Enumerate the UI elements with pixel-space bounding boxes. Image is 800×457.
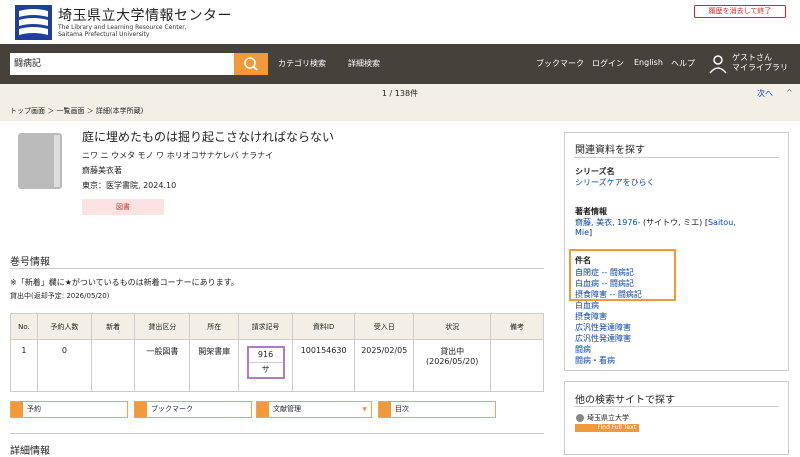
column-header: 新着 [90, 313, 136, 340]
cell-no: 1 [10, 339, 38, 392]
help-link[interactable]: ヘルプ [671, 58, 695, 69]
author-romanized-link-2[interactable]: Mie [575, 228, 589, 237]
subject-link[interactable]: 広汎性発達障害 [575, 334, 631, 344]
divider [574, 406, 779, 407]
subject-link[interactable]: 闘病 [575, 345, 591, 355]
next-link[interactable]: 次へ [757, 88, 773, 99]
result-counter: 1 / 138件 [381, 89, 419, 98]
user-icon[interactable] [708, 54, 728, 74]
table-header-row: No. 予約人数 新着 貸出区分 所在 請求記号 資料ID 受入日 状況 備考 [10, 313, 544, 340]
cell-call-number: 916 サ [238, 339, 294, 392]
university-logo-icon[interactable] [15, 5, 52, 40]
breadcrumb[interactable]: トップ画面 ＞ 一覧画面 ＞ 詳細(本学所蔵) [10, 106, 143, 116]
subject-link[interactable]: 闘病・看病 [575, 356, 615, 366]
column-header: 状況 [413, 313, 492, 340]
list-icon [379, 402, 391, 417]
author-reading: (サイトウ, ミエ) [ [640, 218, 708, 227]
column-header: 請求記号 [238, 313, 294, 340]
holdings-heading: 巻号情報 [10, 257, 50, 268]
column-header: 所在 [189, 313, 240, 340]
subject-link[interactable]: 白血病 -- 闘病記 [575, 279, 634, 289]
dropdown-caret-icon: ▼ [362, 406, 367, 413]
cell-location: 開架書庫 [189, 339, 240, 392]
book-publisher: 東京：医学書院, 2024.10 [82, 181, 177, 190]
user-menu[interactable]: ゲストさん マイライブラリ [732, 53, 788, 73]
related-heading: 関連資料を探す [575, 145, 645, 156]
library-logo-icon [576, 414, 584, 422]
site-subtitle: The Library and Learning Resource Center… [58, 24, 187, 38]
subject-link[interactable]: 白血病 [575, 301, 599, 311]
login-link[interactable]: ログイン [592, 58, 624, 69]
column-header: 貸出区分 [134, 313, 191, 340]
other-search-heading: 他の検索サイトで探す [575, 395, 675, 406]
book-reading: ニワ ニ ウメタ モノ ワ ホリオコサナケレバ ナラナイ [82, 151, 274, 160]
subject-label: 件名 [575, 256, 591, 265]
toc-button[interactable]: 目次 [378, 401, 496, 418]
book-author: 齋藤美衣著 [82, 166, 122, 175]
clear-history-button[interactable]: 履歴を消去して終了 [694, 5, 786, 18]
column-header: No. [10, 313, 38, 340]
divider [574, 157, 779, 158]
cell-reserve-count: 0 [36, 339, 92, 392]
author-romanized-link[interactable]: Saitou, [708, 218, 736, 227]
cell-loan-type: 一般図書 [134, 339, 191, 392]
cell-status: 貸出中 (2026/05/20) [413, 339, 492, 392]
bookmark-icon [135, 402, 147, 417]
subject-link[interactable]: 自閉症 -- 闘病記 [575, 268, 634, 278]
search-icon [244, 57, 258, 71]
loan-due-text: 貸出中(返却予定: 2026/05/20) [10, 292, 110, 300]
column-header: 受入日 [354, 313, 415, 340]
subject-link[interactable]: 広汎性発達障害 [575, 323, 631, 333]
reserve-button[interactable]: 予約 [10, 401, 128, 418]
material-type-badge: 図書 [82, 199, 164, 215]
category-search-link[interactable]: カテゴリ検索 [278, 58, 326, 69]
bookmark-link[interactable]: ブックマーク [536, 58, 584, 69]
subject-link[interactable]: 摂食障害 [575, 312, 607, 322]
new-arrival-note: ※「新着」欄に★がついているものは新着コーナーにあります。 [10, 278, 239, 287]
cell-item-id: 100154630 [292, 339, 356, 392]
author-link[interactable]: 齋藤, 美衣, 1976- [575, 218, 640, 227]
english-link[interactable]: English [634, 58, 663, 67]
reserve-icon [11, 402, 23, 417]
search-input[interactable]: 闘病記 [10, 53, 234, 75]
page-top-chevron-icon[interactable]: ^ [786, 88, 793, 97]
cell-remarks [490, 339, 544, 392]
author-line: 齋藤, 美衣, 1976- (サイトウ, ミエ) [Saitou, [575, 218, 736, 228]
divider [10, 433, 544, 434]
column-header: 資料ID [292, 313, 356, 340]
cell-new [90, 339, 136, 392]
author-label: 著者情報 [575, 207, 607, 216]
column-header: 予約人数 [36, 313, 92, 340]
holdings-table: No. 予約人数 新着 貸出区分 所在 請求記号 資料ID 受入日 状況 備考 … [10, 313, 544, 392]
site-title[interactable]: 埼玉県立大学情報センター [58, 5, 232, 25]
book-title: 庭に埋めたものは掘り起こさなければならない [82, 130, 335, 144]
series-label: シリーズ名 [575, 167, 615, 176]
author-line-2: Mie] [575, 228, 592, 238]
column-header: 備考 [490, 313, 544, 340]
reference-manager-button[interactable]: 文献管理 ▼ [256, 401, 372, 418]
book-icon [18, 133, 62, 189]
export-icon [257, 402, 269, 417]
call-number-label: 916 サ [246, 346, 285, 379]
author-bracket: ] [589, 228, 593, 237]
series-link[interactable]: シリーズケアをひらく [575, 178, 655, 188]
bookmark-button[interactable]: ブックマーク [134, 401, 252, 418]
search-button[interactable] [234, 53, 268, 75]
cell-received-date: 2025/02/05 [354, 339, 415, 392]
subject-link[interactable]: 摂食障害 -- 闘病記 [575, 290, 642, 300]
table-row: 1 0 一般図書 開架書庫 916 サ 100154630 2025/02/05… [10, 339, 544, 392]
advanced-search-link[interactable]: 詳細検索 [348, 58, 380, 69]
divider [10, 268, 544, 269]
find-full-text-link[interactable]: 埼玉県立大学 Find Full Text [575, 413, 639, 435]
